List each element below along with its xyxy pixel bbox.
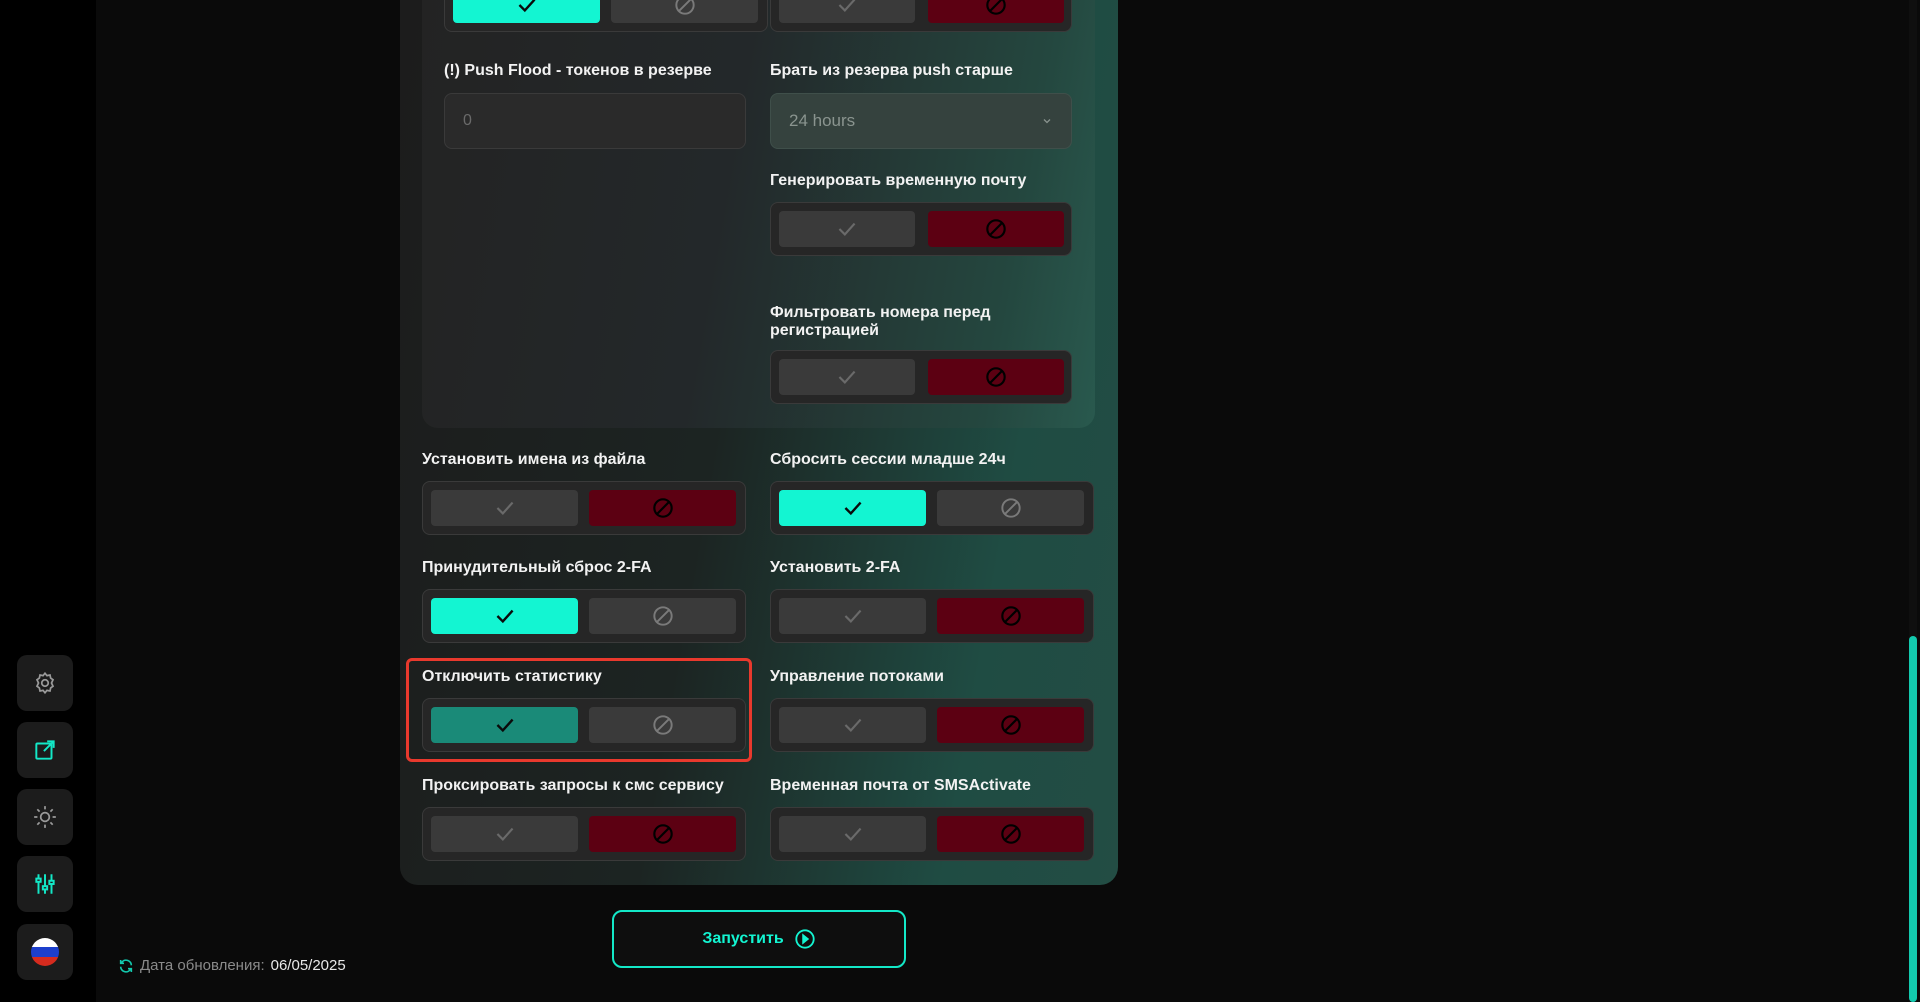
no-option[interactable] <box>928 211 1064 247</box>
run-button-label: Запустить <box>702 930 784 947</box>
proxy-sms-toggle <box>422 807 746 861</box>
threads-control-toggle <box>770 698 1094 752</box>
reserve-label: Брать из резерва push старше <box>770 62 1013 79</box>
forbidden-icon <box>1000 498 1021 518</box>
sidebar <box>0 0 96 1002</box>
temp-mail-sms-toggle <box>770 807 1094 861</box>
no-option[interactable] <box>937 598 1084 634</box>
check-icon <box>838 370 856 384</box>
filters-button[interactable] <box>17 856 73 912</box>
yes-option[interactable] <box>779 598 926 634</box>
check-icon <box>838 0 856 12</box>
check-icon <box>518 0 535 13</box>
filter-numbers-toggle <box>770 350 1072 404</box>
forbidden-icon <box>652 824 673 844</box>
check-icon <box>838 222 856 236</box>
chevron-down-icon <box>1043 119 1051 124</box>
reset-sessions-toggle <box>770 481 1094 535</box>
force-reset-2fa-toggle <box>422 589 746 643</box>
no-option[interactable] <box>937 707 1084 743</box>
check-icon <box>844 609 861 623</box>
update-info: Дата обновления: 06/05/2025 <box>118 957 346 974</box>
no-option[interactable] <box>589 816 736 852</box>
proxy-sms-label: Проксировать запросы к смс сервису <box>422 777 724 794</box>
forbidden-icon <box>986 0 1006 15</box>
forbidden-icon <box>986 219 1006 239</box>
run-button[interactable]: Запустить <box>612 910 906 968</box>
reset-sessions-label: Сбросить сессии младше 24ч <box>770 451 1006 468</box>
toggle-top-left <box>444 0 768 32</box>
yes-option[interactable] <box>453 0 600 23</box>
check-icon <box>844 827 861 841</box>
forbidden-icon <box>1000 715 1021 735</box>
yes-option[interactable] <box>779 211 915 247</box>
forbidden-icon <box>652 498 673 518</box>
theme-button[interactable] <box>17 789 73 845</box>
check-icon <box>844 718 861 732</box>
yes-option[interactable] <box>431 490 578 526</box>
push-flood-input[interactable]: 0 <box>444 93 746 149</box>
sliders-icon <box>35 874 55 894</box>
russia-flag-icon <box>31 938 59 966</box>
settings-button[interactable] <box>17 655 73 711</box>
no-option[interactable] <box>937 490 1084 526</box>
forbidden-icon <box>1000 824 1021 844</box>
yes-option[interactable] <box>779 490 926 526</box>
threads-control-label: Управление потоками <box>770 668 945 685</box>
play-icon <box>795 929 815 949</box>
update-date-value: 06/05/2025 <box>270 957 346 974</box>
temp-mail-label: Генерировать временную почту <box>770 172 1027 189</box>
yes-option[interactable] <box>779 0 915 23</box>
gear-icon <box>35 671 55 695</box>
no-option[interactable] <box>589 490 736 526</box>
yes-option[interactable] <box>779 816 926 852</box>
reserve-select[interactable]: 24 hours <box>770 93 1072 149</box>
forbidden-icon <box>1000 606 1021 626</box>
yes-option[interactable] <box>431 598 578 634</box>
forbidden-icon <box>652 606 673 626</box>
force-reset-2fa-label: Принудительный сброс 2-FA <box>422 559 652 576</box>
no-option[interactable] <box>928 0 1064 23</box>
check-icon <box>844 501 861 516</box>
temp-mail-toggle <box>770 202 1072 256</box>
update-date-label: Дата обновления: <box>140 957 265 974</box>
scrollbar-thumb[interactable] <box>1909 636 1917 1002</box>
yes-option[interactable] <box>779 359 915 395</box>
reserve-select-value: 24 hours <box>789 111 856 130</box>
brightness-icon <box>34 806 56 828</box>
toggle-top-right <box>770 0 1072 32</box>
no-option[interactable] <box>937 816 1084 852</box>
highlight-box <box>406 658 752 762</box>
set-2fa-toggle <box>770 589 1094 643</box>
no-option[interactable] <box>928 359 1064 395</box>
filter-numbers-label: Фильтровать номера перед регистрацией <box>770 304 991 339</box>
no-option[interactable] <box>611 0 758 23</box>
language-button[interactable] <box>17 924 73 980</box>
names-from-file-toggle <box>422 481 746 535</box>
check-icon <box>496 609 513 624</box>
refresh-icon <box>119 958 133 973</box>
temp-mail-sms-label: Временная почта от SMSActivate <box>770 777 1031 794</box>
names-from-file-label: Установить имена из файла <box>422 451 646 468</box>
push-flood-label: (!) Push Flood - токенов в резерве <box>444 62 712 79</box>
check-icon <box>496 501 513 515</box>
yes-option[interactable] <box>431 816 578 852</box>
forbidden-icon <box>986 367 1006 387</box>
no-option[interactable] <box>589 598 736 634</box>
yes-option[interactable] <box>779 707 926 743</box>
export-button[interactable] <box>17 722 73 778</box>
forbidden-icon <box>674 0 695 15</box>
set-2fa-label: Установить 2-FA <box>770 559 901 576</box>
check-icon <box>496 827 513 841</box>
export-icon <box>35 740 55 760</box>
